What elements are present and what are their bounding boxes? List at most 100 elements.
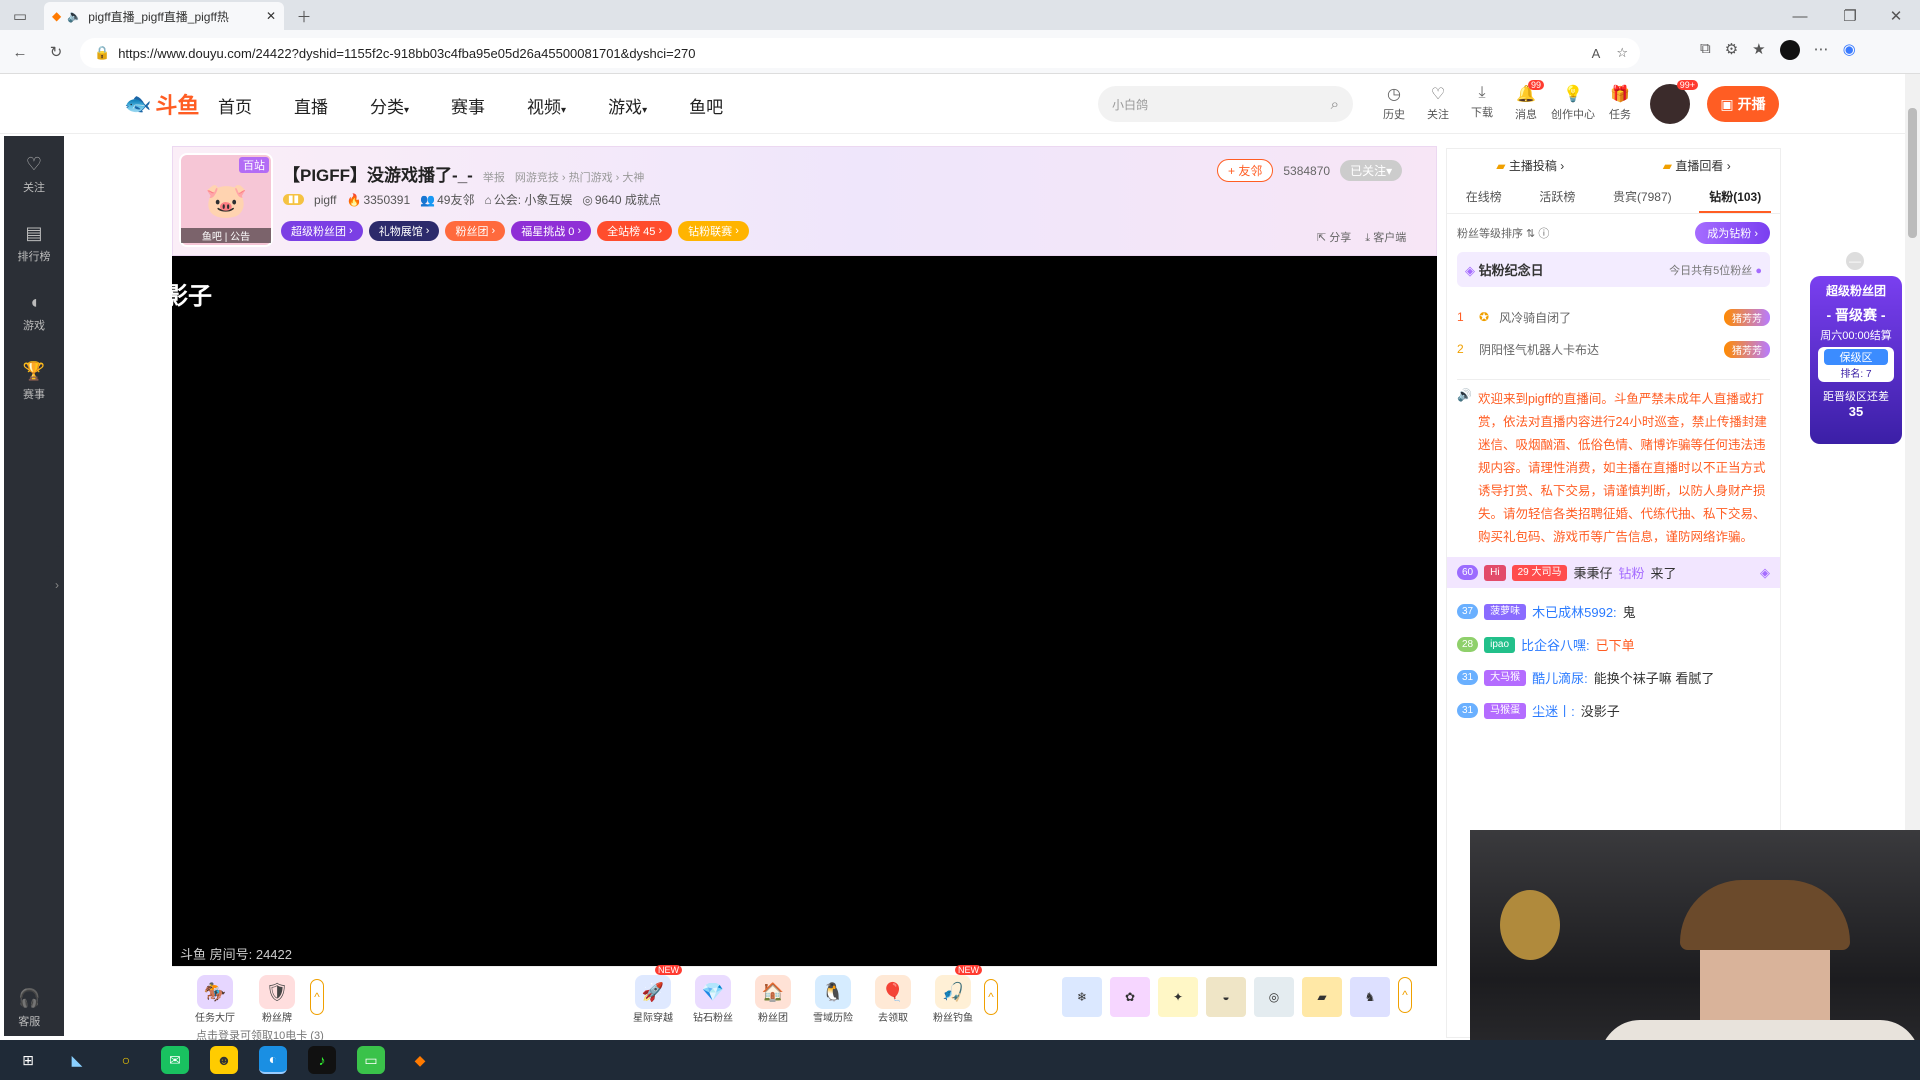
pill-gift-gallery[interactable]: 礼物展馆 › <box>368 221 440 241</box>
gift-fan-club[interactable]: 🏠 粉丝团 <box>744 975 802 1024</box>
creator-center-button[interactable]: 💡 创作中心 <box>1550 84 1596 122</box>
pill-super-fans[interactable]: 超级粉丝团 › <box>281 221 363 241</box>
chat-user[interactable]: 木已成林5992: <box>1532 602 1617 621</box>
nav-video[interactable]: 视频▾ <box>527 93 566 118</box>
sidebar-toggle-icon[interactable]: ▭ <box>6 2 34 30</box>
followed-button[interactable]: 已关注▾ <box>1340 160 1403 181</box>
gift-claim[interactable]: 🎈 去领取 <box>864 975 922 1024</box>
close-tab-icon[interactable]: ✕ <box>266 9 276 23</box>
streamer-name[interactable]: pigff <box>314 193 336 207</box>
become-diamond-button[interactable]: 成为钻粉 › <box>1695 222 1770 244</box>
more-icon[interactable]: ⋯ <box>1814 40 1829 60</box>
gift-item-4[interactable]: ◒ <box>1206 977 1246 1017</box>
new-tab-icon[interactable]: ＋ <box>290 2 318 30</box>
favorites-icon[interactable]: ★ <box>1752 40 1765 60</box>
window-close-icon[interactable]: ✕ <box>1882 2 1910 30</box>
browser-tab[interactable]: ◆ 🔈 pigff直播_pigff直播_pigff热 ✕ <box>44 2 284 30</box>
back-icon[interactable]: ← <box>6 38 34 66</box>
app-music-icon[interactable]: ♪ <box>308 1046 336 1074</box>
rail-item-service[interactable]: 🎧 客服 <box>18 988 40 1029</box>
app-shark-icon[interactable]: ◣ <box>63 1046 91 1074</box>
restore-icon[interactable]: ❐ <box>1836 2 1864 30</box>
go-live-button[interactable]: ▣ 开播 <box>1707 86 1779 122</box>
chat-user[interactable]: 尘迷丨: <box>1532 701 1575 720</box>
expand-center-gifts[interactable]: ^ <box>984 979 998 1015</box>
gift-fan-fishing[interactable]: 🎣 粉丝钓鱼 NEW <box>924 965 982 1024</box>
edge-browser-icon[interactable]: ◐ <box>259 1046 287 1074</box>
tab-vip[interactable]: 贵宾(7987) <box>1603 182 1682 213</box>
search-icon[interactable]: ⌕ <box>1331 96 1339 113</box>
gift-snow-adventure[interactable]: 🐧 雪域历险 <box>804 975 862 1024</box>
favorite-star-icon[interactable]: ☆ <box>1616 45 1628 61</box>
nav-fishbar[interactable]: 鱼吧 <box>689 93 723 118</box>
room-category[interactable]: 网游竞技 › 热门游戏 › 大神 <box>515 169 645 185</box>
user-avatar[interactable]: 99+ <box>1650 80 1698 124</box>
rank-row[interactable]: 2 阴阳怪气机器人卡布达 猪芳芳 <box>1457 333 1770 365</box>
rail-item-match[interactable]: 🏆 赛事 <box>4 361 64 402</box>
collapse-icon[interactable]: — <box>1846 252 1864 270</box>
guild-name[interactable]: 公会: 小象互娱 <box>494 191 573 208</box>
add-friend-button[interactable]: + 友邻 <box>1217 159 1274 182</box>
report-link[interactable]: 举报 <box>483 169 505 185</box>
expand-left-gifts[interactable]: ^ <box>310 979 324 1015</box>
address-bar[interactable]: 🔒 https://www.douyu.com/24422?dyshid=115… <box>80 38 1640 68</box>
follow-button[interactable]: ♡ 关注 <box>1418 84 1458 122</box>
tab-online[interactable]: 在线榜 <box>1456 182 1512 213</box>
chat-user[interactable]: 酷儿滴尿: <box>1532 668 1588 687</box>
avatar-caption[interactable]: 鱼吧 | 公告 <box>181 228 271 243</box>
wechat-icon[interactable]: ✉ <box>161 1046 189 1074</box>
pill-diamond-league[interactable]: 钻粉联赛 › <box>678 221 749 241</box>
douyu-app-icon[interactable]: ◆ <box>406 1046 434 1074</box>
gift-item-3[interactable]: ✦ <box>1158 977 1198 1017</box>
scrollbar-thumb[interactable] <box>1908 108 1917 238</box>
rail-item-games[interactable]: ◖ 游戏 <box>4 292 64 333</box>
gift-item-5[interactable]: ◎ <box>1254 977 1294 1017</box>
minimize-icon[interactable]: — <box>1786 2 1814 30</box>
nav-live[interactable]: 直播 <box>294 93 328 118</box>
enter-user[interactable]: 秉秉仔 <box>1573 563 1612 582</box>
task-button[interactable]: 🎁 任务 <box>1600 84 1640 122</box>
rail-item-rank[interactable]: ▤ 排行榜 <box>4 223 64 264</box>
nav-home[interactable]: 首页 <box>218 93 252 118</box>
message-button[interactable]: 🔔 消息 99 <box>1506 80 1546 122</box>
extension-icon[interactable]: ⚙ <box>1725 40 1738 60</box>
douyu-logo[interactable]: 🐟 斗鱼 <box>124 88 199 120</box>
nav-category[interactable]: 分类▾ <box>370 93 409 118</box>
nav-games[interactable]: 游戏▾ <box>608 93 647 118</box>
video-player[interactable]: 影子 斗鱼 房间号: 24422 <box>164 256 1437 966</box>
share-button[interactable]: ⇱ 分享 <box>1317 229 1351 245</box>
rank-sort[interactable]: 粉丝等级排序 ⇅ ⓘ <box>1457 225 1549 241</box>
tab-active[interactable]: 活跃榜 <box>1529 182 1585 213</box>
rail-expand-handle[interactable]: › <box>50 546 64 624</box>
read-aloud-icon[interactable]: A <box>1592 46 1601 61</box>
client-button[interactable]: ⤓ 客户端 <box>1365 229 1406 245</box>
info-icon[interactable]: ● <box>1755 265 1762 277</box>
gift-item-2[interactable]: ✿ <box>1110 977 1150 1017</box>
gift-item-7[interactable]: ♞ <box>1350 977 1390 1017</box>
task-hall-button[interactable]: 🏇 任务大厅 <box>186 975 244 1024</box>
tab-diamond[interactable]: 钻粉(103) <box>1699 182 1772 213</box>
replay-link[interactable]: ▰ 直播回看 › <box>1663 157 1731 174</box>
speaker-icon[interactable]: 🔈 <box>67 9 82 23</box>
history-button[interactable]: ◷ 历史 <box>1374 84 1414 122</box>
extensions-icon[interactable]: ⧉ <box>1700 40 1711 60</box>
gift-item-6[interactable]: ▰ <box>1302 977 1342 1017</box>
profile-avatar[interactable] <box>1779 40 1800 60</box>
fan-badge-button[interactable]: 🛡 粉丝牌 <box>248 975 306 1024</box>
chat-user[interactable]: 比企谷八嘿: <box>1521 635 1590 654</box>
rank-row[interactable]: 1 ✪ 风冷骑自闭了 猪芳芳 <box>1457 301 1770 333</box>
pill-fan-club[interactable]: 粉丝团 › <box>445 221 506 241</box>
refresh-icon[interactable]: ↻ <box>42 38 70 66</box>
streamer-upload-link[interactable]: ▰ 主播投稿 › <box>1496 157 1564 174</box>
nav-match[interactable]: 赛事 <box>451 93 485 118</box>
site-search-input[interactable]: 小白鸽 ⌕ <box>1098 86 1353 122</box>
app-circle-icon[interactable]: ○ <box>112 1046 140 1074</box>
gift-item-1[interactable]: ❄ <box>1062 977 1102 1017</box>
app-green-icon[interactable]: ▭ <box>357 1046 385 1074</box>
download-button[interactable]: ⤓ 下载 <box>1462 84 1502 122</box>
expand-right-gifts[interactable]: ^ <box>1398 977 1412 1013</box>
help-icon[interactable]: ⓘ <box>1538 228 1549 240</box>
gift-diamond-fans[interactable]: 💎 钻石粉丝 <box>684 975 742 1024</box>
app-cat-icon[interactable]: ☻ <box>210 1046 238 1074</box>
windows-start-icon[interactable]: ⊞ <box>14 1046 42 1074</box>
